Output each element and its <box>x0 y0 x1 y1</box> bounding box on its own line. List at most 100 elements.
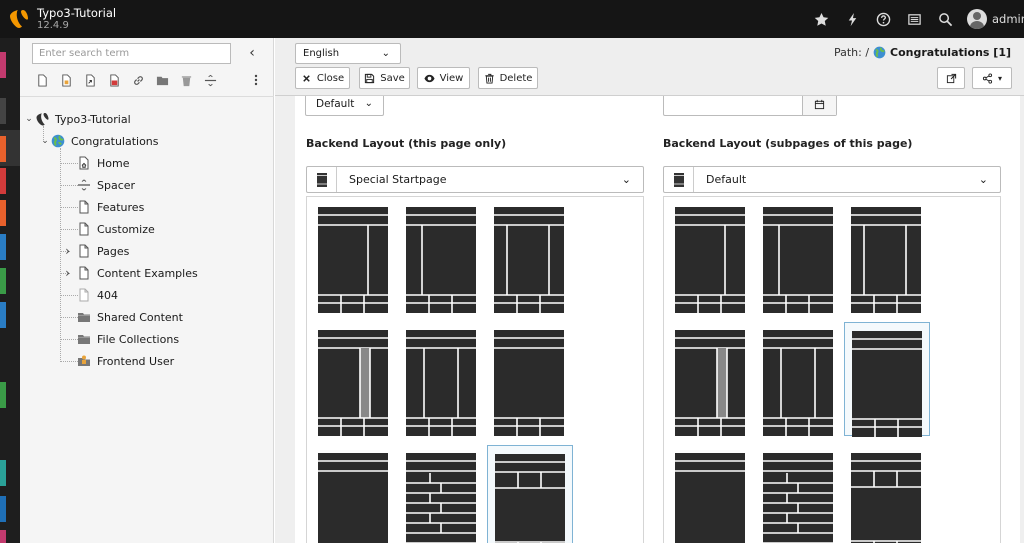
module-item[interactable] <box>0 234 6 260</box>
layout-preview-icon <box>318 207 388 313</box>
layout-option-3col-border[interactable] <box>668 322 754 436</box>
module-item[interactable] <box>0 530 6 543</box>
folder-icon <box>76 309 92 325</box>
backend-layout-select[interactable]: Special Startpage ⌄ <box>306 166 644 193</box>
module-item[interactable] <box>0 382 6 408</box>
layout-option-1col-tall[interactable] <box>668 445 754 543</box>
layout-option-1col[interactable] <box>844 322 930 437</box>
layout-option-rows[interactable] <box>756 445 842 543</box>
layout-option-rows[interactable] <box>399 445 485 543</box>
open-new-window-button[interactable] <box>937 67 965 89</box>
tree-node-label: 404 <box>97 288 118 302</box>
chevron-right-icon[interactable]: › <box>58 266 70 280</box>
tree-node-page[interactable]: Home <box>58 152 129 174</box>
module-item[interactable] <box>0 168 6 194</box>
layout-option-2col-left[interactable] <box>756 199 842 313</box>
tree-node-label: Spacer <box>97 178 136 192</box>
main-content: English ⌄ Path: / Congratulations [1] Cl… <box>275 38 1024 543</box>
share-button[interactable]: ▾ <box>972 67 1012 89</box>
module-item[interactable] <box>0 136 6 162</box>
folder-icon[interactable] <box>150 71 174 89</box>
layout-option-3col[interactable] <box>311 199 397 313</box>
layout-preview-icon <box>851 207 921 313</box>
tree-node-root[interactable]: ⌄ Typo3-Tutorial <box>24 108 131 130</box>
tree-node-label: Content Examples <box>97 266 198 280</box>
layout-preview-icon <box>675 453 745 543</box>
recycler-icon[interactable] <box>174 71 198 89</box>
layout-option-3col-border[interactable] <box>311 322 397 436</box>
new-shortcut-icon[interactable] <box>54 71 78 89</box>
layout-option-2col-equal[interactable] <box>756 322 842 436</box>
path-page[interactable]: Congratulations [1] <box>890 46 1011 59</box>
tree-node-page[interactable]: Shared Content <box>58 306 183 328</box>
module-item[interactable] <box>0 302 6 328</box>
module-item[interactable] <box>0 496 6 522</box>
layout-preview-icon <box>318 453 388 543</box>
module-item[interactable] <box>0 98 6 124</box>
tree-search-input[interactable] <box>32 43 231 64</box>
layout-option-2col-left[interactable] <box>399 199 485 313</box>
layout-option-3col[interactable] <box>668 199 754 313</box>
module-menu <box>0 38 20 543</box>
layout-option-2col-equal[interactable] <box>399 322 485 436</box>
calendar-icon <box>814 99 825 109</box>
view-button[interactable]: View <box>417 67 470 89</box>
caret-down-icon: ▾ <box>997 73 1002 83</box>
delete-button[interactable]: Delete <box>478 67 538 89</box>
eye-icon <box>424 74 435 82</box>
layout-frame-select[interactable]: Default ⌄ <box>305 96 384 116</box>
new-page-icon[interactable] <box>30 71 54 89</box>
tree-node-page[interactable]: › Content Examples <box>58 262 198 284</box>
tree-node-site[interactable]: ⌄ Congratulations <box>40 130 158 152</box>
app-title: Typo3-Tutorial <box>37 6 117 20</box>
select-value: Default <box>706 173 747 186</box>
layout-option-grid-header[interactable] <box>487 445 573 543</box>
language-select[interactable]: English ⌄ <box>295 43 401 64</box>
star-icon[interactable] <box>806 0 837 38</box>
new-link-icon[interactable] <box>78 71 102 89</box>
link-icon[interactable] <box>126 71 150 89</box>
date-input[interactable] <box>663 96 837 116</box>
tree-node-page[interactable]: Customize <box>58 218 155 240</box>
chevron-down-icon[interactable]: ⌄ <box>24 114 34 124</box>
user-menu[interactable]: admin <box>961 0 1024 38</box>
backend-layout-subpages-select[interactable]: Default ⌄ <box>663 166 1001 193</box>
layout-preview-icon <box>406 207 476 313</box>
save-button[interactable]: Save <box>359 67 410 89</box>
backend-layout-subpages-label: Backend Layout (subpages of this page) <box>663 137 913 150</box>
bolt-icon[interactable] <box>837 0 868 38</box>
layout-preview-icon <box>675 207 745 313</box>
ellipsis-vertical-icon[interactable] <box>249 71 263 89</box>
page-icon <box>76 199 92 215</box>
layout-option-grid-header[interactable] <box>844 445 930 543</box>
chevron-down-icon[interactable]: ⌄ <box>40 136 50 146</box>
tree-node-page[interactable]: Spacer <box>58 174 135 196</box>
tree-node-page[interactable]: Features <box>58 196 144 218</box>
typo3-logo-icon[interactable] <box>8 8 28 30</box>
view-label: View <box>439 72 464 84</box>
list-icon[interactable] <box>899 0 930 38</box>
spacer-icon[interactable] <box>198 71 222 89</box>
layout-option-2col-right[interactable] <box>487 199 573 313</box>
module-item[interactable] <box>0 52 6 78</box>
tree-node-page[interactable]: Frontend User <box>58 350 174 372</box>
tree-node-page[interactable]: › Pages <box>58 240 129 262</box>
help-icon[interactable] <box>868 0 899 38</box>
tree-node-page[interactable]: 404 <box>58 284 118 306</box>
layout-option-2col-right[interactable] <box>844 199 930 313</box>
chevron-left-icon[interactable]: ‹ <box>244 44 260 62</box>
close-button[interactable]: Close <box>295 67 350 89</box>
search-icon[interactable] <box>930 0 961 38</box>
module-item[interactable] <box>0 268 6 294</box>
module-item[interactable] <box>0 200 6 226</box>
layout-preview-icon <box>763 207 833 313</box>
layout-option-1col-tall[interactable] <box>311 445 397 543</box>
page-icon <box>76 265 92 281</box>
layout-preview-icon <box>763 330 833 436</box>
tree-node-page[interactable]: File Collections <box>58 328 179 350</box>
new-mount-icon[interactable] <box>102 71 126 89</box>
module-item[interactable] <box>0 460 6 486</box>
chevron-right-icon[interactable]: › <box>58 244 70 258</box>
layout-option-1col[interactable] <box>487 322 573 436</box>
calendar-button[interactable] <box>802 96 836 115</box>
